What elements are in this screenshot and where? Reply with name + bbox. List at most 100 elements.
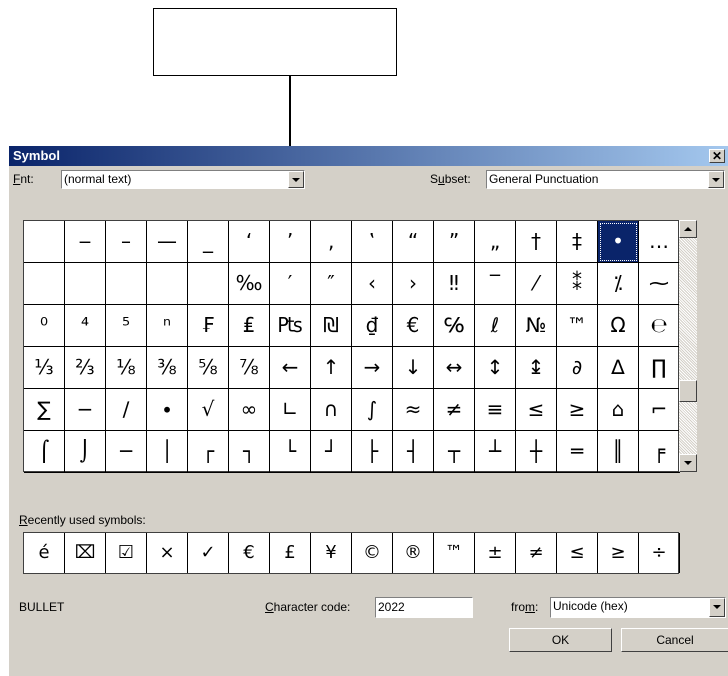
symbol-cell[interactable]: ↓ xyxy=(393,347,434,389)
symbol-cell[interactable]: ⅞ xyxy=(229,347,270,389)
symbol-cell[interactable]: ‼ xyxy=(434,263,475,305)
font-combobox[interactable]: (normal text) xyxy=(61,170,305,189)
symbol-cell[interactable]: → xyxy=(352,347,393,389)
symbol-cell[interactable]: ⅓ xyxy=(24,347,65,389)
symbol-cell[interactable]: ∆ xyxy=(598,347,639,389)
symbol-cell[interactable]: ⌂ xyxy=(598,389,639,431)
symbol-cell[interactable]: ∩ xyxy=(311,389,352,431)
symbol-cell[interactable]: “ xyxy=(393,221,434,263)
symbol-cell[interactable]: − xyxy=(65,389,106,431)
symbol-cell[interactable]: ⌠ xyxy=(24,431,65,473)
symbol-cell[interactable]: ℮ xyxy=(639,305,680,347)
symbol-cell[interactable]: ⁵ xyxy=(106,305,147,347)
symbol-cell[interactable] xyxy=(188,263,229,305)
symbol-cell[interactable]: ⁿ xyxy=(147,305,188,347)
symbol-cell[interactable]: † xyxy=(516,221,557,263)
symbol-cell[interactable]: ⅛ xyxy=(106,347,147,389)
symbol-cell[interactable]: ⅜ xyxy=(147,347,188,389)
scroll-up-arrow[interactable] xyxy=(679,220,697,238)
symbol-cell[interactable]: – xyxy=(106,221,147,263)
symbol-cell[interactable]: € xyxy=(393,305,434,347)
symbol-cell[interactable]: „ xyxy=(475,221,516,263)
symbol-cell[interactable]: ⁒ xyxy=(598,263,639,305)
recent-symbol-cell[interactable]: ≥ xyxy=(598,533,639,573)
character-code-input[interactable]: 2022 xyxy=(375,597,473,618)
symbol-cell[interactable]: ″ xyxy=(311,263,352,305)
symbol-cell[interactable]: ≤ xyxy=(516,389,557,431)
symbol-cell[interactable]: … xyxy=(639,221,680,263)
symbol-cell[interactable]: ⌐ xyxy=(639,389,680,431)
symbol-cell[interactable]: ║ xyxy=(598,431,639,473)
symbol-cell[interactable] xyxy=(24,263,65,305)
symbol-cell[interactable]: ≥ xyxy=(557,389,598,431)
recent-symbol-cell[interactable]: ☑ xyxy=(106,533,147,573)
symbol-cell[interactable]: ∂ xyxy=(557,347,598,389)
symbol-cell[interactable]: _ xyxy=(188,221,229,263)
symbol-cell[interactable]: √ xyxy=(188,389,229,431)
symbol-cell[interactable]: ≈ xyxy=(393,389,434,431)
symbol-cell[interactable]: ₫ xyxy=(352,305,393,347)
symbol-cell[interactable]: ⁴ xyxy=(65,305,106,347)
recent-symbol-cell[interactable]: é xyxy=(24,533,65,573)
symbol-cell[interactable]: ┐ xyxy=(229,431,270,473)
symbol-cell-selected[interactable]: • xyxy=(598,221,639,263)
symbol-cell[interactable]: ╒ xyxy=(639,431,680,473)
symbol-cell[interactable]: ┴ xyxy=(475,431,516,473)
scroll-thumb[interactable] xyxy=(679,380,697,402)
symbol-cell[interactable]: ← xyxy=(270,347,311,389)
subset-combobox[interactable]: General Punctuation xyxy=(486,170,725,189)
symbol-cell[interactable]: ‛ xyxy=(352,221,393,263)
symbol-cell[interactable]: № xyxy=(516,305,557,347)
symbol-cell[interactable]: ┤ xyxy=(393,431,434,473)
symbol-cell[interactable]: › xyxy=(393,263,434,305)
recent-symbol-cell[interactable]: ✓ xyxy=(188,533,229,573)
symbol-cell[interactable]: ═ xyxy=(557,431,598,473)
symbol-cell[interactable]: ∕ xyxy=(106,389,147,431)
symbol-cell[interactable]: Ω xyxy=(598,305,639,347)
scroll-down-arrow[interactable] xyxy=(679,454,697,472)
symbol-cell[interactable]: ≡ xyxy=(475,389,516,431)
from-dropdown-arrow[interactable] xyxy=(709,598,725,617)
symbol-cell[interactable]: ⁑ xyxy=(557,263,598,305)
symbol-cell[interactable]: ┘ xyxy=(311,431,352,473)
symbol-cell[interactable]: ℓ xyxy=(475,305,516,347)
from-combobox[interactable]: Unicode (hex) xyxy=(550,597,726,618)
recent-symbol-cell[interactable]: £ xyxy=(270,533,311,573)
symbol-cell[interactable]: ┬ xyxy=(434,431,475,473)
recent-symbol-cell[interactable]: ≤ xyxy=(557,533,598,573)
symbol-cell[interactable]: ─ xyxy=(106,431,147,473)
symbol-cell[interactable]: ‡ xyxy=(557,221,598,263)
symbol-cell[interactable]: ™ xyxy=(557,305,598,347)
symbol-cell[interactable]: ┼ xyxy=(516,431,557,473)
symbol-cell[interactable]: — xyxy=(147,221,188,263)
symbol-cell[interactable]: ↕ xyxy=(475,347,516,389)
symbol-cell[interactable] xyxy=(147,263,188,305)
symbol-cell[interactable] xyxy=(65,263,106,305)
symbol-cell[interactable]: ‘ xyxy=(229,221,270,263)
symbol-cell[interactable]: ⁄ xyxy=(516,263,557,305)
symbol-cell[interactable]: ′ xyxy=(270,263,311,305)
symbol-grid-scrollbar[interactable] xyxy=(679,220,697,472)
symbol-cell[interactable]: ⌡ xyxy=(65,431,106,473)
symbol-cell[interactable]: ℅ xyxy=(434,305,475,347)
cancel-button[interactable]: Cancel xyxy=(621,628,728,652)
symbol-cell[interactable]: ⅔ xyxy=(65,347,106,389)
recent-symbol-cell[interactable]: © xyxy=(352,533,393,573)
symbol-cell[interactable]: ‚ xyxy=(311,221,352,263)
symbol-cell[interactable]: ↨ xyxy=(516,347,557,389)
recent-symbol-cell[interactable]: ¥ xyxy=(311,533,352,573)
recent-symbol-cell[interactable]: € xyxy=(229,533,270,573)
symbol-cell[interactable]: ₤ xyxy=(229,305,270,347)
symbol-cell[interactable]: ⁰ xyxy=(24,305,65,347)
symbol-cell[interactable]: ├ xyxy=(352,431,393,473)
symbol-cell[interactable]: ₣ xyxy=(188,305,229,347)
symbol-cell[interactable]: ‾ xyxy=(475,263,516,305)
symbol-cell[interactable]: └ xyxy=(270,431,311,473)
symbol-cell[interactable]: ‰ xyxy=(229,263,270,305)
symbol-cell[interactable]: ∞ xyxy=(229,389,270,431)
recent-symbol-cell[interactable]: ™ xyxy=(434,533,475,573)
symbol-cell[interactable]: ┌ xyxy=(188,431,229,473)
subset-dropdown-arrow[interactable] xyxy=(708,171,724,188)
symbol-cell[interactable] xyxy=(106,263,147,305)
symbol-cell[interactable]: ‹ xyxy=(352,263,393,305)
